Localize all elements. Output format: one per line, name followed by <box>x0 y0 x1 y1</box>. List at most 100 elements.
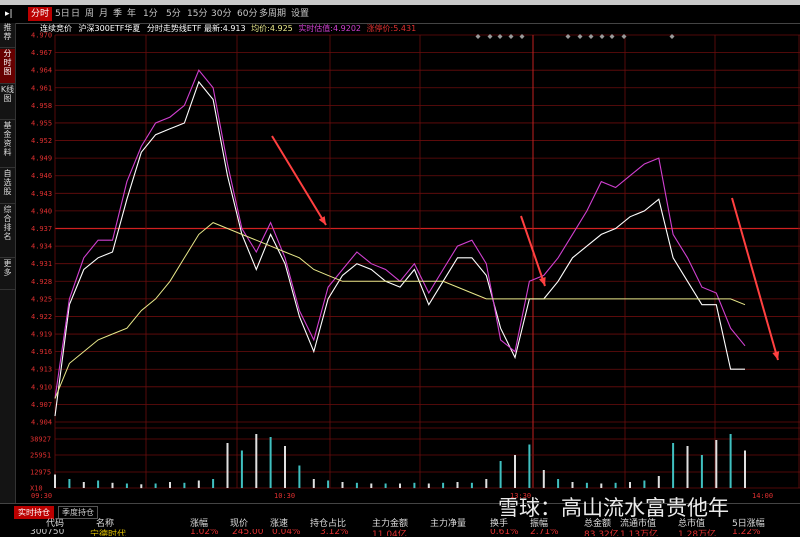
volume-tick-label: 12975 <box>30 469 51 477</box>
side-tab-2[interactable]: K线图 <box>0 85 15 120</box>
volume-bar <box>686 446 689 488</box>
volume-bar <box>54 474 56 488</box>
column-header-13[interactable]: 5日涨幅 <box>732 516 765 529</box>
cell-0: 300750 <box>30 529 65 536</box>
volume-bar <box>226 443 229 488</box>
column-header-3[interactable]: 现价 <box>230 516 248 529</box>
latest-value: 4.913 <box>222 24 246 33</box>
column-header-5[interactable]: 持仓占比 <box>310 516 346 529</box>
volume-bar <box>169 482 171 488</box>
volume-bar <box>197 480 200 488</box>
table-row[interactable]: 300750 宁德时代 1.02% 245.00 0.04% 3.12% 11.04亿 0.6… <box>0 529 800 536</box>
price-tick-label: 4.946 <box>31 172 52 180</box>
price-tick-label: 4.937 <box>31 225 52 233</box>
price-tick-label: 4.940 <box>31 207 52 215</box>
cell-5: 3.12% <box>320 529 349 536</box>
volume-tick-label: 38927 <box>30 436 51 444</box>
volume-bar <box>269 437 272 488</box>
volume-bar <box>557 479 560 488</box>
cell-11: 1.13万亿 <box>620 530 659 536</box>
fund-name: 沪深300ETF华夏 <box>78 24 141 33</box>
volume-bar <box>384 483 387 488</box>
volume-bar <box>298 465 301 488</box>
time-tick-label: 10:30 <box>274 492 295 500</box>
volume-bar <box>240 450 243 488</box>
side-tab-1[interactable]: 分时图 <box>0 49 15 84</box>
volume-bar <box>729 434 732 488</box>
estimate-value: 4.9202 <box>333 24 362 33</box>
price-line-1 <box>54 69 746 399</box>
cell-13: 1.22% <box>732 529 761 536</box>
volume-bar <box>657 476 660 488</box>
column-header-2[interactable]: 涨幅 <box>190 516 208 529</box>
trend-label: 分时走势线ETF <box>146 24 202 33</box>
price-tick-label: 4.961 <box>31 84 52 92</box>
price-tick-label: 4.913 <box>31 366 52 374</box>
column-header-6[interactable]: 主力金额 <box>372 516 408 529</box>
volume-bar <box>585 482 588 489</box>
volume-bar <box>212 479 215 488</box>
price-tick-label: 4.928 <box>31 278 52 286</box>
price-tick-label: 4.919 <box>31 331 52 339</box>
volume-bar <box>528 444 531 488</box>
side-tab-3[interactable]: 基金资料 <box>0 121 15 168</box>
price-tick-label: 4.949 <box>31 155 52 163</box>
cell-8: 0.61% <box>490 529 519 536</box>
volume-bar <box>399 483 401 488</box>
side-tab-0[interactable]: 推荐 <box>0 23 15 48</box>
volume-bar <box>700 455 703 488</box>
volume-bar <box>643 480 646 488</box>
volume-bar <box>672 443 675 488</box>
volume-tick-label: 25951 <box>30 452 51 460</box>
price-tick-label: 4.904 <box>31 419 52 427</box>
price-tick-label: 4.967 <box>31 49 52 57</box>
volume-bar <box>744 450 746 488</box>
volume-bar <box>82 482 85 488</box>
column-header-0[interactable]: 代码 <box>46 516 64 529</box>
volume-bar <box>470 482 473 489</box>
volume-bar <box>715 440 718 488</box>
cell-10: 83.32亿 <box>584 530 619 536</box>
price-tick-label: 4.922 <box>31 313 52 321</box>
avg-value: 4.925 <box>269 24 293 33</box>
column-header-7[interactable]: 主力净量 <box>430 516 466 529</box>
volume-bar <box>327 480 330 488</box>
cell-6: 11.04亿 <box>372 530 407 536</box>
side-tab-6[interactable]: 更多 <box>0 259 15 290</box>
volume-bar <box>183 482 186 489</box>
volume-bar <box>125 483 128 488</box>
time-tick-label: 14:00 <box>752 492 773 500</box>
volume-bar <box>514 455 516 488</box>
price-tick-label: 4.955 <box>31 119 52 127</box>
volume-bar <box>485 479 488 488</box>
column-header-4[interactable]: 涨速 <box>270 516 288 529</box>
price-tick-label: 4.934 <box>31 243 52 251</box>
intraday-chart[interactable]: 4.9704.9674.9644.9614.9584.9554.9524.949… <box>0 0 800 503</box>
side-tab-4[interactable]: 自选股 <box>0 169 15 204</box>
volume-bar <box>456 482 459 488</box>
volume-bar <box>284 446 286 488</box>
volume-bar <box>442 482 445 489</box>
side-tab-bar: 推荐 分时图 K线图 基金资料 自选股 综合排名 更多 <box>0 23 16 503</box>
price-legend: 连续竞价 沪深300ETF华夏 分时走势线ETF 最新:4.913 均价:4.9… <box>40 23 416 35</box>
cell-2: 1.02% <box>190 529 219 536</box>
price-tick-label: 4.943 <box>31 190 52 198</box>
side-tab-5[interactable]: 综合排名 <box>0 205 15 258</box>
price-tick-label: 4.925 <box>31 295 52 303</box>
down-arrow-3-icon <box>731 197 779 361</box>
avg-label: 均价: <box>251 24 270 33</box>
cell-1: 宁德时代 <box>90 530 127 536</box>
volume-bar <box>97 480 100 488</box>
cell-12: 1.28万亿 <box>678 530 717 536</box>
price-line-2 <box>54 222 746 399</box>
volume-bar <box>499 461 502 488</box>
column-header-1[interactable]: 名称 <box>96 516 114 529</box>
volume-bar <box>571 482 574 488</box>
price-tick-label: 4.958 <box>31 102 52 110</box>
down-arrow-3-icon-head <box>772 351 780 360</box>
volume-bar <box>542 470 545 488</box>
watermark-text: 雪球：高山流水富贵他年 <box>498 496 729 520</box>
cell-4: 0.04% <box>272 529 301 536</box>
limit-value: 5.431 <box>393 24 417 33</box>
latest-label: 最新: <box>204 24 223 33</box>
